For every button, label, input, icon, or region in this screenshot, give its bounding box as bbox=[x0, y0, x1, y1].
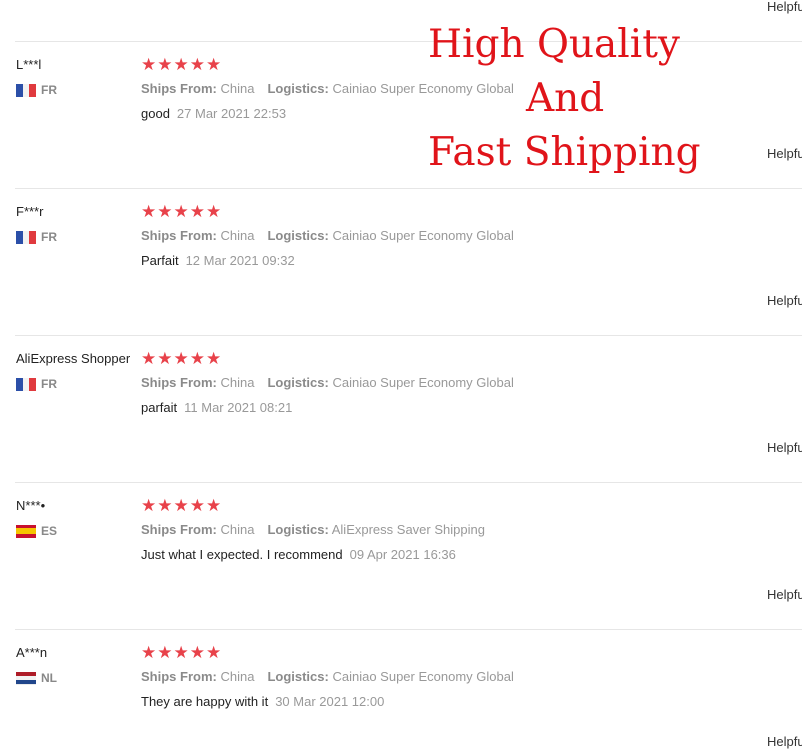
ships-from-value: China bbox=[220, 669, 255, 684]
banner-line-2: And bbox=[526, 76, 605, 121]
review-text: They are happy with it 30 Mar 2021 12:00 bbox=[141, 694, 384, 709]
ships-from-label: Ships From: bbox=[141, 81, 217, 96]
shipping-info: Ships From: China Logistics: Cainiao Supe… bbox=[141, 375, 514, 390]
star-rating: ★★★★★ bbox=[141, 202, 223, 221]
reviewer-name: N***• bbox=[16, 498, 46, 513]
star-rating: ★★★★★ bbox=[141, 643, 223, 662]
netherlands-flag-icon bbox=[16, 671, 36, 685]
logistics-label: Logistics: bbox=[267, 81, 329, 96]
ships-from-value: China bbox=[220, 228, 255, 243]
helpful-link[interactable]: Helpful bbox=[767, 587, 802, 602]
reviewer-country: FR bbox=[16, 230, 57, 244]
ships-from-label: Ships From: bbox=[141, 522, 217, 537]
logistics-value: Cainiao Super Economy Global bbox=[332, 669, 514, 684]
country-code: FR bbox=[41, 377, 57, 391]
logistics-label: Logistics: bbox=[267, 375, 329, 390]
shipping-info: Ships From: China Logistics: Cainiao Supe… bbox=[141, 669, 514, 684]
reviewer-country: NL bbox=[16, 671, 57, 685]
review-date: 30 Mar 2021 12:00 bbox=[275, 694, 385, 709]
divider bbox=[15, 335, 802, 336]
review-date: 11 Mar 2021 08:21 bbox=[184, 400, 293, 415]
review-comment: good bbox=[141, 106, 170, 121]
reviewer-name: L***l bbox=[16, 57, 42, 72]
country-code: ES bbox=[41, 524, 58, 538]
logistics-label: Logistics: bbox=[267, 522, 329, 537]
logistics-value: Cainiao Super Economy Global bbox=[332, 228, 514, 243]
france-flag-icon bbox=[16, 230, 36, 244]
ships-from-value: China bbox=[220, 81, 255, 96]
shipping-info: Ships From: China Logistics: AliExpress S… bbox=[141, 522, 485, 537]
review-comment: They are happy with it bbox=[141, 694, 269, 709]
country-code: FR bbox=[41, 230, 57, 244]
france-flag-icon bbox=[16, 377, 36, 391]
review-comment: Parfait bbox=[141, 253, 179, 268]
helpful-link[interactable]: Helpful bbox=[767, 293, 802, 308]
logistics-label: Logistics: bbox=[267, 669, 329, 684]
star-rating: ★★★★★ bbox=[141, 349, 223, 368]
ships-from-label: Ships From: bbox=[141, 375, 217, 390]
star-rating: ★★★★★ bbox=[141, 55, 223, 74]
logistics-value: AliExpress Saver Shipping bbox=[331, 522, 485, 537]
review-comment: Just what I expected. I recommend bbox=[141, 547, 343, 562]
review-date: 12 Mar 2021 09:32 bbox=[185, 253, 295, 268]
review-text: good 27 Mar 2021 22:53 bbox=[141, 106, 286, 121]
reviewer-name: AliExpress Shopper bbox=[16, 351, 131, 366]
review-date: 27 Mar 2021 22:53 bbox=[176, 106, 287, 121]
country-code: FR bbox=[41, 83, 57, 97]
france-flag-icon bbox=[16, 83, 36, 97]
review-text: Parfait 12 Mar 2021 09:32 bbox=[141, 253, 295, 268]
promo-banner: High Quality And Fast Shipping bbox=[428, 18, 748, 180]
divider bbox=[15, 629, 802, 630]
country-code: NL bbox=[41, 671, 57, 685]
reviewer-country: FR bbox=[16, 377, 57, 391]
reviewer-name: F***r bbox=[16, 204, 44, 219]
reviewer-country: FR bbox=[16, 83, 57, 97]
ships-from-value: China bbox=[220, 522, 255, 537]
helpful-link[interactable]: Helpful bbox=[767, 734, 802, 749]
banner-line-3: Fast Shipping bbox=[428, 130, 701, 175]
star-rating: ★★★★★ bbox=[141, 496, 223, 515]
ships-from-label: Ships From: bbox=[141, 669, 217, 684]
review-date: 09 Apr 2021 16:36 bbox=[349, 547, 456, 562]
review-text: parfait 11 Mar 2021 08:21 bbox=[141, 400, 292, 415]
helpful-link[interactable]: Helpful bbox=[767, 146, 802, 161]
ships-from-label: Ships From: bbox=[141, 228, 217, 243]
ships-from-value: China bbox=[220, 375, 255, 390]
shipping-info: Ships From: China Logistics: Cainiao Supe… bbox=[141, 228, 514, 243]
banner-line-1: High Quality bbox=[428, 22, 680, 67]
divider bbox=[15, 188, 802, 189]
reviewer-country: ES bbox=[16, 524, 57, 538]
helpful-link[interactable]: Helpful bbox=[767, 0, 802, 14]
helpful-link[interactable]: Helpful bbox=[767, 440, 802, 455]
spain-flag-icon bbox=[16, 524, 36, 538]
reviewer-name: A***n bbox=[16, 645, 48, 660]
review-text: Just what I expected. I recommend 09 Apr … bbox=[141, 547, 456, 562]
logistics-label: Logistics: bbox=[267, 228, 329, 243]
review-comment: parfait bbox=[141, 400, 178, 415]
logistics-value: Cainiao Super Economy Global bbox=[332, 375, 514, 390]
divider bbox=[15, 482, 802, 483]
